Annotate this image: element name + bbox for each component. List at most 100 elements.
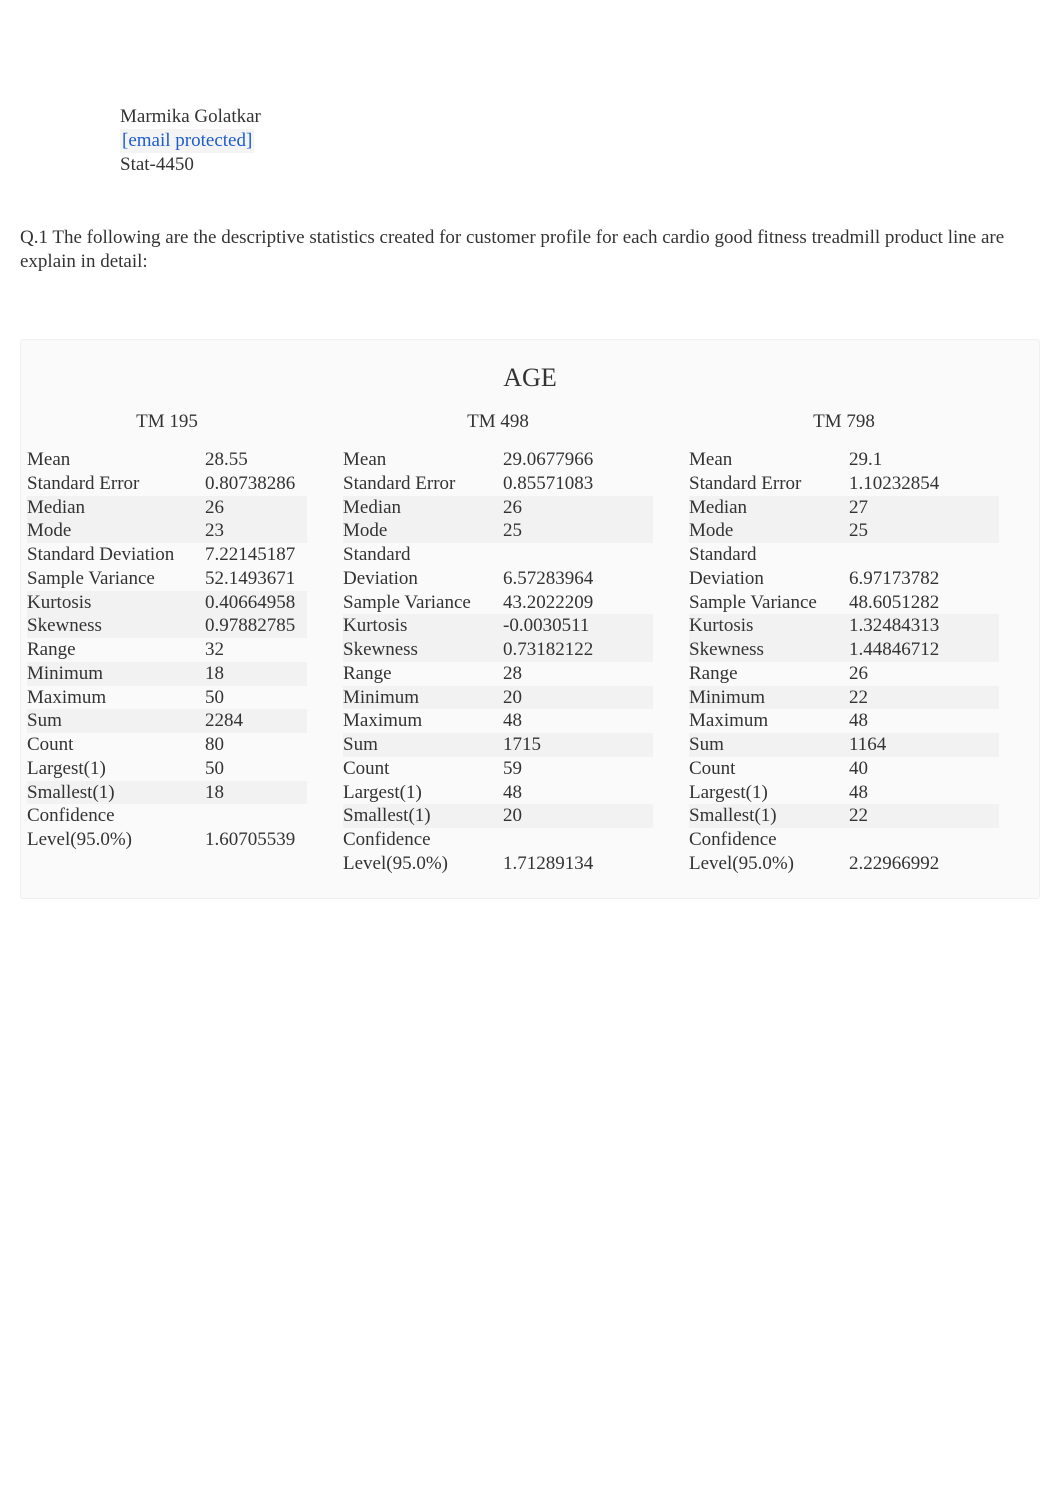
stat-value: 2.22966992 bbox=[849, 852, 969, 876]
stat-row: Sample Variance52.1493671 bbox=[27, 567, 307, 591]
stat-row: Standard Error0.85571083 bbox=[343, 472, 653, 496]
stat-label: Maximum bbox=[27, 686, 205, 710]
stat-label: Skewness bbox=[27, 614, 205, 638]
stat-value: 48 bbox=[849, 709, 969, 733]
stat-value: 20 bbox=[503, 804, 623, 828]
stat-row: Mode25 bbox=[689, 519, 999, 543]
stat-value: 0.40664958 bbox=[205, 591, 307, 615]
stat-label: Standard Error bbox=[27, 472, 205, 496]
author-email[interactable]: [email protected] bbox=[120, 129, 254, 153]
stat-row: Sum2284 bbox=[27, 709, 307, 733]
stat-value: 1.10232854 bbox=[849, 472, 969, 496]
stat-row: Skewness0.97882785 bbox=[27, 614, 307, 638]
stat-label: Mode bbox=[27, 519, 205, 543]
stat-value: 0.80738286 bbox=[205, 472, 307, 496]
stat-row: Maximum48 bbox=[343, 709, 653, 733]
stat-value: 18 bbox=[205, 662, 307, 686]
stat-row: Mean28.55 bbox=[27, 448, 307, 472]
stat-row: Sample Variance43.2022209 bbox=[343, 591, 653, 615]
stat-value: 32 bbox=[205, 638, 307, 662]
stat-row: Sum1164 bbox=[689, 733, 999, 757]
stat-row: StandardDeviation6.97173782 bbox=[689, 543, 999, 591]
stat-value: 26 bbox=[849, 662, 969, 686]
stat-value: 1.32484313 bbox=[849, 614, 969, 638]
stat-row: Smallest(1)22 bbox=[689, 804, 999, 828]
stat-row: Mode23 bbox=[27, 519, 307, 543]
stat-value: 1.60705539 bbox=[205, 828, 307, 852]
column-header: TM 798 bbox=[689, 410, 999, 434]
stat-column: TM 498 Mean29.0677966Standard Error0.8557… bbox=[343, 410, 653, 875]
stat-label: Mean bbox=[689, 448, 849, 472]
column-header: TM 498 bbox=[343, 410, 653, 434]
stat-value: 28.55 bbox=[205, 448, 307, 472]
stat-label: Maximum bbox=[343, 709, 503, 733]
stats-title: AGE bbox=[21, 362, 1039, 395]
stat-label: ConfidenceLevel(95.0%) bbox=[689, 828, 849, 876]
stat-value: 48 bbox=[503, 781, 623, 805]
stat-value: 29.1 bbox=[849, 448, 969, 472]
stat-row: Kurtosis-0.0030511 bbox=[343, 614, 653, 638]
stat-row: Largest(1)48 bbox=[343, 781, 653, 805]
stat-row: Mode25 bbox=[343, 519, 653, 543]
stat-value: 48 bbox=[849, 781, 969, 805]
stat-row: Mean29.1 bbox=[689, 448, 999, 472]
stat-row: Largest(1)50 bbox=[27, 757, 307, 781]
stat-label: Minimum bbox=[27, 662, 205, 686]
stat-value: 80 bbox=[205, 733, 307, 757]
stat-label: Skewness bbox=[343, 638, 503, 662]
stat-column: TM 798 Mean29.1Standard Error1.10232854Me… bbox=[689, 410, 999, 875]
stat-row: ConfidenceLevel(95.0%)2.22966992 bbox=[689, 828, 999, 876]
stat-label: Range bbox=[343, 662, 503, 686]
stat-value: 27 bbox=[849, 496, 969, 520]
stat-label: Kurtosis bbox=[689, 614, 849, 638]
stat-row: Range26 bbox=[689, 662, 999, 686]
stat-value: 1.44846712 bbox=[849, 638, 969, 662]
stat-label: Sample Variance bbox=[343, 591, 503, 615]
stat-value: 22 bbox=[849, 804, 969, 828]
author-name: Marmika Golatkar bbox=[120, 105, 1042, 129]
stat-value: 40 bbox=[849, 757, 969, 781]
stat-row: Mean29.0677966 bbox=[343, 448, 653, 472]
stat-value: 26 bbox=[205, 496, 307, 520]
stat-row: Kurtosis1.32484313 bbox=[689, 614, 999, 638]
stat-value: 29.0677966 bbox=[503, 448, 623, 472]
stat-row: Kurtosis0.40664958 bbox=[27, 591, 307, 615]
stat-value: 7.22145187 bbox=[205, 543, 307, 567]
stat-value: 2284 bbox=[205, 709, 307, 733]
stat-row: Range32 bbox=[27, 638, 307, 662]
stat-label: Count bbox=[343, 757, 503, 781]
stat-label: Minimum bbox=[689, 686, 849, 710]
stat-value: 48 bbox=[503, 709, 623, 733]
stat-row: Standard Deviation7.22145187 bbox=[27, 543, 307, 567]
stat-row: Minimum18 bbox=[27, 662, 307, 686]
stat-row: Minimum20 bbox=[343, 686, 653, 710]
stat-value: 1715 bbox=[503, 733, 623, 757]
stat-row: Median26 bbox=[27, 496, 307, 520]
stat-value: 25 bbox=[849, 519, 969, 543]
stat-row: Count40 bbox=[689, 757, 999, 781]
stat-value: 6.97173782 bbox=[849, 567, 969, 591]
stat-label: Median bbox=[689, 496, 849, 520]
stat-label: Standard Error bbox=[343, 472, 503, 496]
stat-column: TM 195Mean28.55Standard Error0.80738286M… bbox=[27, 410, 307, 875]
stat-value: 52.1493671 bbox=[205, 567, 307, 591]
stat-label: Standard Error bbox=[689, 472, 849, 496]
stat-value: 23 bbox=[205, 519, 307, 543]
stat-value: 50 bbox=[205, 757, 307, 781]
stat-label: Range bbox=[689, 662, 849, 686]
stat-row: Smallest(1)20 bbox=[343, 804, 653, 828]
stat-label: Standard Deviation bbox=[27, 543, 205, 567]
stat-label: Largest(1) bbox=[27, 757, 205, 781]
stat-value: 22 bbox=[849, 686, 969, 710]
stat-value: 48.6051282 bbox=[849, 591, 969, 615]
stat-value: -0.0030511 bbox=[503, 614, 623, 638]
stat-value: 0.97882785 bbox=[205, 614, 307, 638]
stat-value: 43.2022209 bbox=[503, 591, 623, 615]
column-header: TM 195 bbox=[27, 410, 307, 434]
stat-value: 0.73182122 bbox=[503, 638, 623, 662]
stat-value: 0.85571083 bbox=[503, 472, 623, 496]
course-code: Stat-4450 bbox=[120, 153, 1042, 177]
stat-row: Count59 bbox=[343, 757, 653, 781]
stat-label: Median bbox=[343, 496, 503, 520]
stat-row: Skewness0.73182122 bbox=[343, 638, 653, 662]
